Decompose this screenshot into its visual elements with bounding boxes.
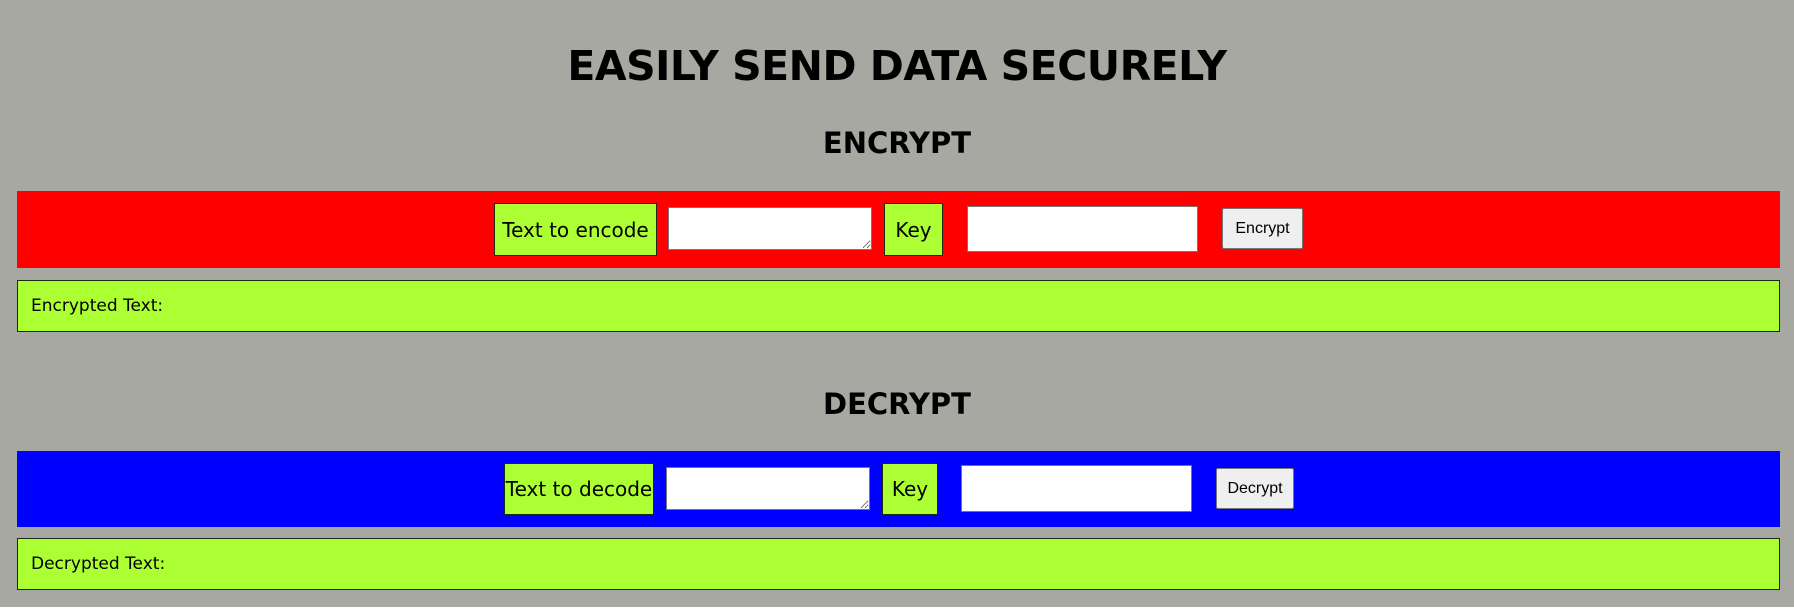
decrypt-section-title: DECRYPT — [823, 387, 971, 421]
encrypt-button[interactable]: Encrypt — [1222, 208, 1303, 249]
decrypted-text-output: Decrypted Text: — [17, 538, 1780, 590]
decrypt-button[interactable]: Decrypt — [1216, 468, 1294, 509]
decrypt-key-input[interactable] — [961, 465, 1192, 512]
text-to-encode-input[interactable] — [668, 207, 872, 250]
encrypt-key-label: Key — [884, 203, 943, 256]
page-background: EASILY SEND DATA SECURELY ENCRYPT Text t… — [0, 0, 1794, 607]
text-to-decode-input[interactable] — [666, 467, 870, 510]
text-to-encode-label: Text to encode — [494, 203, 657, 256]
page-title: EASILY SEND DATA SECURELY — [567, 42, 1227, 90]
decrypt-key-label: Key — [882, 463, 938, 515]
text-to-decode-label: Text to decode — [504, 463, 654, 515]
encrypted-text-output: Encrypted Text: — [17, 280, 1780, 332]
encrypt-section-title: ENCRYPT — [822, 126, 972, 160]
encrypt-key-input[interactable] — [967, 206, 1198, 252]
